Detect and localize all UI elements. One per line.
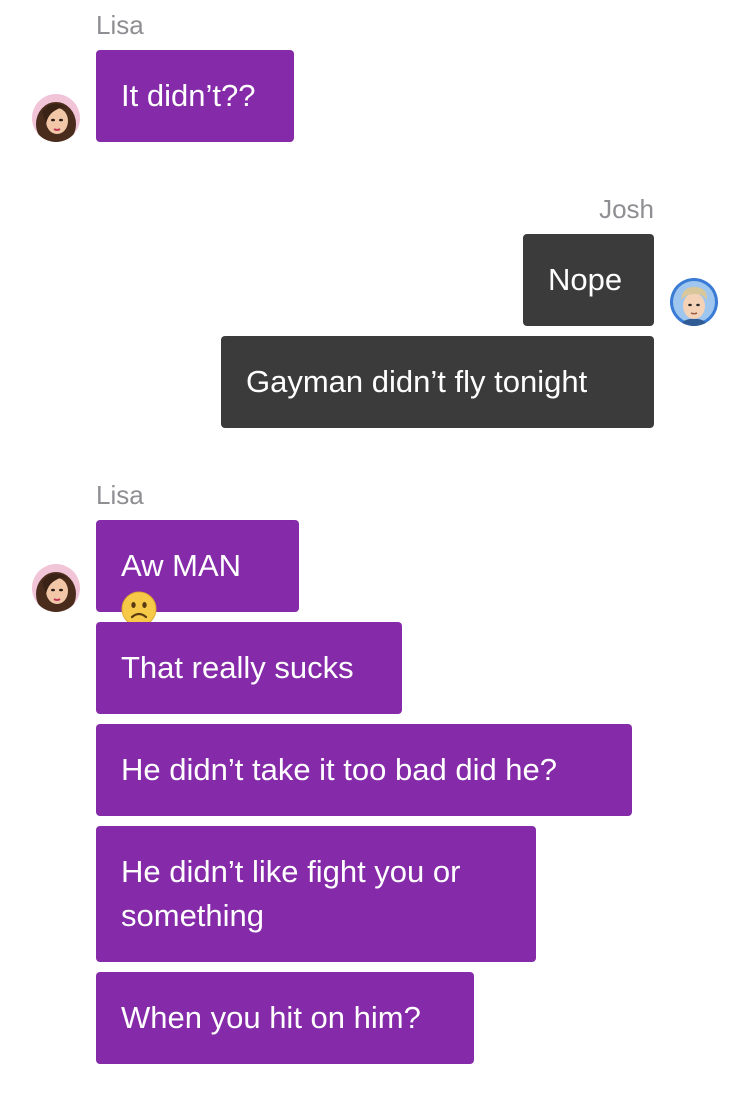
- message-bubble[interactable]: Aw MAN: [96, 520, 299, 627]
- message-text: Aw MAN: [121, 548, 242, 583]
- josh-avatar-icon[interactable]: [670, 278, 718, 326]
- message-text: He didn’t take it too bad did he?: [121, 752, 558, 787]
- message-bubble[interactable]: He didn’t like fight you or something: [96, 826, 536, 962]
- message-text: That really sucks: [121, 650, 354, 685]
- message-bubble[interactable]: It didn’t??: [96, 50, 294, 142]
- message-bubble[interactable]: That really sucks: [96, 622, 402, 714]
- message-bubble[interactable]: He didn’t take it too bad did he?: [96, 724, 632, 816]
- sender-name-lisa: Lisa: [96, 10, 144, 40]
- message-text: Nope: [548, 262, 623, 297]
- message-bubble[interactable]: Gayman didn’t fly tonight: [221, 336, 654, 428]
- message-text: When you hit on him?: [121, 1000, 421, 1035]
- message-bubble[interactable]: When you hit on him?: [96, 972, 474, 1064]
- message-bubble[interactable]: Nope: [523, 234, 654, 326]
- sender-name-josh: Josh: [599, 194, 654, 224]
- lisa-avatar-icon[interactable]: [32, 94, 80, 142]
- message-text: Gayman didn’t fly tonight: [246, 364, 588, 399]
- sender-name-lisa: Lisa: [96, 480, 144, 510]
- message-text: It didn’t??: [121, 78, 256, 113]
- lisa-avatar-icon[interactable]: [32, 564, 80, 612]
- message-text: He didn’t like fight you or something: [121, 854, 461, 933]
